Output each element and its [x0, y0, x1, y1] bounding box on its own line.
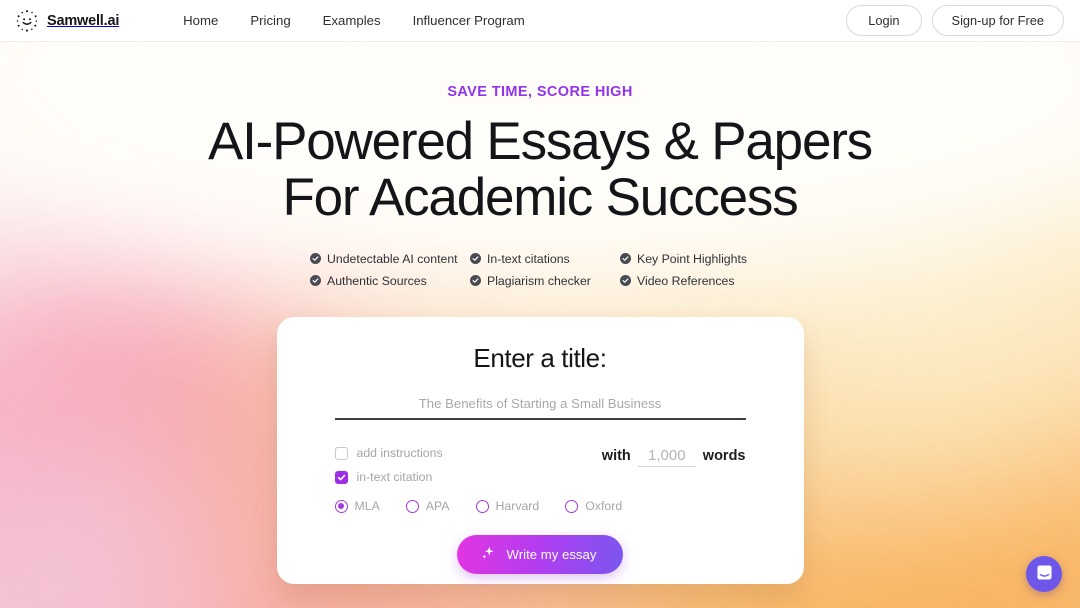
- feature-item-undetectable-ai-content: Undetectable AI content: [310, 248, 470, 269]
- add-instructions-checkbox-row[interactable]: add instructions: [334, 446, 443, 461]
- nav-link-pricing[interactable]: Pricing: [234, 7, 306, 34]
- intercom-message-icon: [1035, 563, 1054, 585]
- radio-unselected-icon[interactable]: [475, 499, 489, 513]
- nav-link-influencer-program[interactable]: Influencer Program: [397, 7, 541, 34]
- feature-item-authentic-sources: Authentic Sources: [310, 270, 470, 291]
- top-navigation-bar: Samwell.ai Home Pricing Examples Influen…: [0, 0, 1080, 42]
- hero-section: SAVE TIME, SCORE HIGH AI-Powered Essays …: [0, 42, 1080, 291]
- radio-label: Oxford: [585, 499, 623, 514]
- radio-option-apa[interactable]: APA: [405, 499, 450, 514]
- check-circle-icon: [620, 253, 631, 265]
- sparkle-circle-logo-icon: [14, 8, 40, 34]
- checkbox-unchecked-icon[interactable]: [334, 446, 348, 460]
- card-title: Enter a title:: [473, 343, 607, 374]
- chat-widget-button[interactable]: [1026, 556, 1062, 592]
- essay-request-card: Enter a title: add instructions in-text …: [276, 317, 804, 585]
- brand-name-text: Samwell.ai: [47, 12, 120, 29]
- radio-unselected-icon[interactable]: [405, 499, 419, 513]
- feature-list: Undetectable AI content Authentic Source…: [310, 248, 770, 291]
- radio-option-oxford[interactable]: Oxford: [565, 499, 622, 513]
- write-my-essay-label: Write my essay: [506, 547, 597, 563]
- submit-row: Write my essay: [335, 535, 746, 575]
- headline-line-2: For Academic Success: [282, 168, 798, 228]
- essay-title-input[interactable]: [334, 396, 746, 412]
- page-title: AI-Powered Essays & Papers For Academic …: [0, 112, 1080, 228]
- feature-label: Video References: [637, 273, 735, 288]
- feature-label: Undetectable AI content: [327, 251, 458, 266]
- radio-label: APA: [425, 499, 450, 514]
- word-count-prefix-label: with: [601, 448, 631, 465]
- options-row: add instructions in-text citation with w…: [334, 445, 746, 485]
- word-count-input[interactable]: [637, 447, 696, 468]
- headline-line-1: AI-Powered Essays & Papers: [208, 112, 873, 171]
- sparkle-icon: [480, 545, 496, 564]
- feature-label: Key Point Highlights: [637, 251, 748, 266]
- feature-item-in-text-citations: In-text citations: [470, 248, 620, 269]
- feature-label: In-text citations: [487, 251, 570, 266]
- nav-links: Home Pricing Examples Influencer Program: [167, 7, 541, 34]
- in-text-citation-label: in-text citation: [356, 470, 433, 485]
- radio-label: MLA: [354, 499, 380, 514]
- hero-eyebrow-text: SAVE TIME, SCORE HIGH: [447, 84, 633, 100]
- radio-label: Harvard: [495, 499, 540, 514]
- feature-item-video-references: Video References: [620, 270, 770, 291]
- radio-unselected-icon[interactable]: [565, 499, 579, 513]
- feature-item-plagiarism-checker: Plagiarism checker: [470, 270, 620, 291]
- checkbox-checked-icon[interactable]: [334, 470, 348, 484]
- nav-link-home[interactable]: Home: [167, 7, 234, 34]
- radio-option-harvard[interactable]: Harvard: [475, 499, 540, 514]
- check-circle-icon: [310, 253, 321, 265]
- radio-selected-icon[interactable]: [334, 499, 348, 513]
- word-count-group: with words: [601, 445, 746, 468]
- add-instructions-label: add instructions: [356, 446, 443, 461]
- write-my-essay-button[interactable]: Write my essay: [456, 535, 624, 575]
- feature-item-key-point-highlights: Key Point Highlights: [620, 248, 770, 269]
- nav-actions: Login Sign-up for Free: [846, 5, 1064, 36]
- signup-button[interactable]: Sign-up for Free: [931, 5, 1064, 36]
- citation-style-radio-group: MLA APA Harvard Oxford: [334, 499, 746, 514]
- check-circle-icon: [620, 275, 631, 287]
- feature-label: Authentic Sources: [327, 273, 427, 288]
- title-field-wrapper: [334, 395, 746, 421]
- in-text-citation-checkbox-row[interactable]: in-text citation: [334, 470, 443, 485]
- radio-option-mla[interactable]: MLA: [334, 499, 380, 514]
- nav-link-examples[interactable]: Examples: [307, 7, 397, 34]
- check-circle-icon: [310, 275, 321, 287]
- login-button[interactable]: Login: [846, 5, 922, 36]
- feature-label: Plagiarism checker: [487, 273, 591, 288]
- brand-logo-link[interactable]: Samwell.ai: [14, 8, 119, 34]
- check-circle-icon: [470, 275, 481, 287]
- word-count-suffix-label: words: [702, 448, 746, 465]
- check-circle-icon: [470, 253, 481, 265]
- checkbox-column: add instructions in-text citation: [334, 445, 443, 485]
